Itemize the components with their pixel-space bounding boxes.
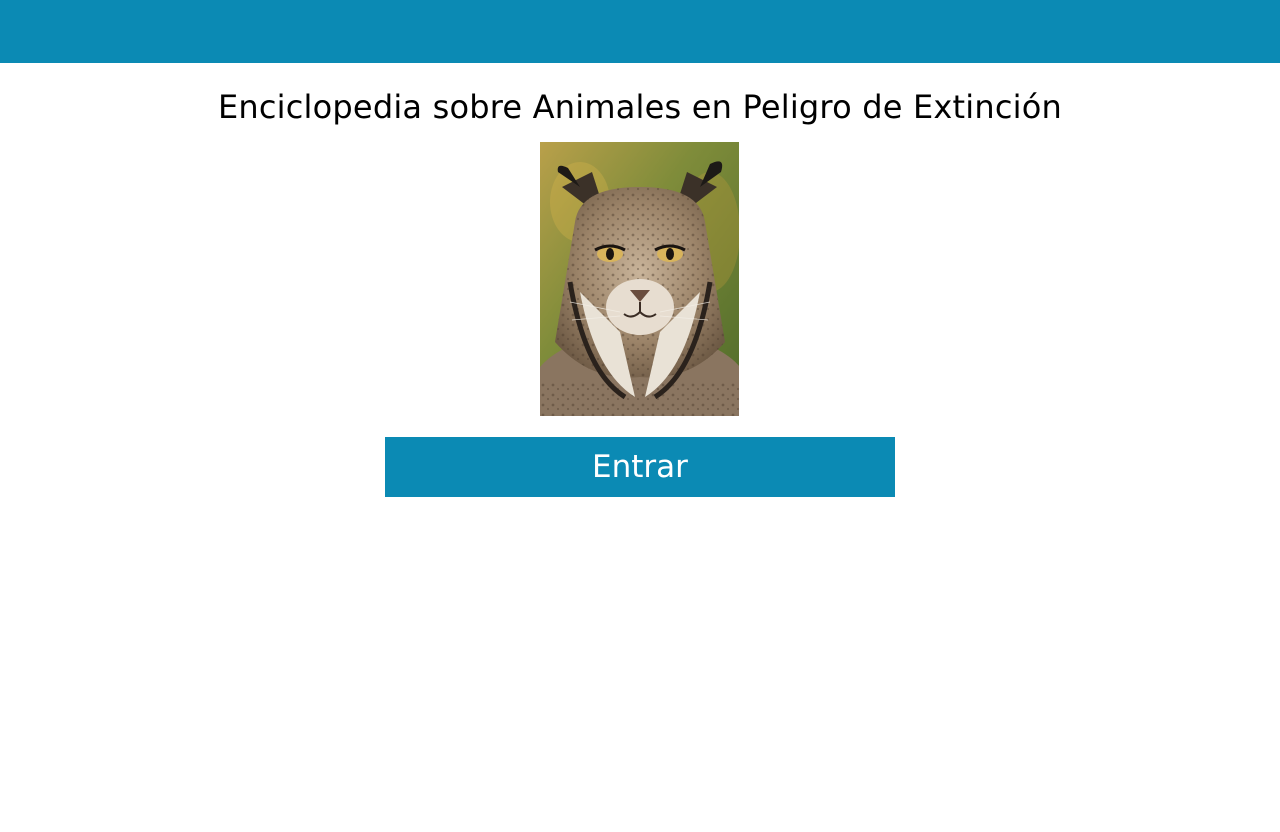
enter-button[interactable]: Entrar — [385, 437, 895, 497]
top-bar — [0, 0, 1280, 63]
lynx-photo — [540, 142, 739, 416]
page-title: Enciclopedia sobre Animales en Peligro d… — [217, 88, 1063, 126]
lynx-illustration — [540, 142, 739, 416]
